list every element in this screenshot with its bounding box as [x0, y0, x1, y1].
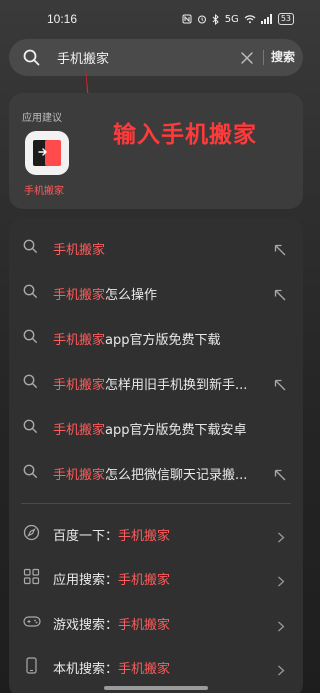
search-icon — [23, 329, 38, 348]
fill-query-arrow-icon[interactable] — [274, 376, 286, 395]
search-icon — [23, 284, 38, 303]
fill-query-arrow-icon[interactable] — [274, 466, 286, 485]
suggestion-item[interactable]: 手机搬家怎么把微信聊天记录搬... — [9, 450, 303, 494]
suggestion-text: 手机搬家app官方版免费下载 — [53, 333, 221, 348]
suggestion-item[interactable]: 手机搬家app官方版免费下载安卓 — [9, 405, 303, 449]
suggestion-item[interactable]: 手机搬家怎样用旧手机换到新手... — [9, 360, 303, 404]
suggestion-text: 手机搬家app官方版免费下载安卓 — [53, 423, 247, 438]
phone-clone-app-icon[interactable] — [25, 131, 69, 175]
game-search-action[interactable]: 游戏搜索：手机搬家 — [9, 600, 303, 644]
section-divider — [21, 503, 291, 504]
chevron-right-icon — [277, 528, 285, 547]
status-time: 10:16 — [47, 12, 78, 26]
action-text: 本机搜索：手机搬家 — [53, 662, 171, 677]
action-text: 百度一下：手机搬家 — [53, 529, 171, 544]
suggestion-text: 手机搬家 — [53, 243, 106, 258]
annotation-text: 输入手机搬家 — [113, 122, 257, 148]
grid-icon — [23, 568, 40, 589]
status-bar: 10:16 5G 53 — [0, 0, 312, 38]
chevron-right-icon — [277, 661, 285, 680]
gamepad-icon — [23, 613, 41, 634]
phone-icon — [23, 657, 40, 678]
chevron-right-icon — [277, 572, 285, 591]
search-bar[interactable]: 搜索 — [9, 39, 303, 76]
wifi-icon — [244, 14, 256, 24]
action-text: 应用搜索：手机搬家 — [53, 573, 171, 588]
suggestion-item[interactable]: 手机搬家app官方版免费下载 — [9, 315, 303, 359]
nfc-icon — [182, 14, 192, 24]
local-search-action[interactable]: 本机搜索：手机搬家 — [9, 644, 303, 688]
clear-icon[interactable] — [240, 50, 254, 64]
suggestion-item[interactable]: 手机搬家 — [9, 225, 303, 269]
app-search-action[interactable]: 应用搜索：手机搬家 — [9, 555, 303, 599]
battery-indicator: 53 — [277, 13, 294, 25]
action-text: 游戏搜索：手机搬家 — [53, 618, 171, 633]
search-divider — [263, 50, 264, 65]
bluetooth-icon — [212, 13, 220, 25]
signal-icon — [260, 14, 273, 24]
compass-icon — [23, 524, 40, 545]
search-icon — [23, 49, 40, 70]
baidu-search-action[interactable]: 百度一下：手机搬家 — [9, 511, 303, 555]
suggestions-card: 手机搬家 手机搬家怎么操作 手机搬家app官方版免费下载 手机搬家怎样用旧手机换… — [9, 218, 303, 693]
app-suggestion-card: 应用建议 手机搬家 — [9, 93, 303, 209]
search-icon — [23, 374, 38, 393]
alarm-icon — [197, 14, 207, 24]
search-icon — [23, 239, 38, 258]
app-name[interactable]: 手机搬家 — [24, 182, 64, 197]
suggestion-text: 手机搬家怎么操作 — [53, 288, 158, 303]
suggestion-item[interactable]: 手机搬家怎么操作 — [9, 270, 303, 314]
home-indicator[interactable] — [104, 686, 208, 690]
app-suggestion-title: 应用建议 — [22, 113, 62, 124]
status-icons: 5G 53 — [182, 13, 294, 25]
suggestion-text: 手机搬家怎样用旧手机换到新手... — [53, 378, 248, 393]
chevron-right-icon — [277, 617, 285, 636]
fill-query-arrow-icon[interactable] — [274, 241, 286, 260]
suggestion-text: 手机搬家怎么把微信聊天记录搬... — [53, 468, 248, 483]
search-button[interactable]: 搜索 — [271, 48, 295, 65]
network-type: 5G — [224, 13, 239, 25]
search-icon — [23, 419, 38, 438]
fill-query-arrow-icon[interactable] — [274, 286, 286, 305]
search-icon — [23, 464, 38, 483]
